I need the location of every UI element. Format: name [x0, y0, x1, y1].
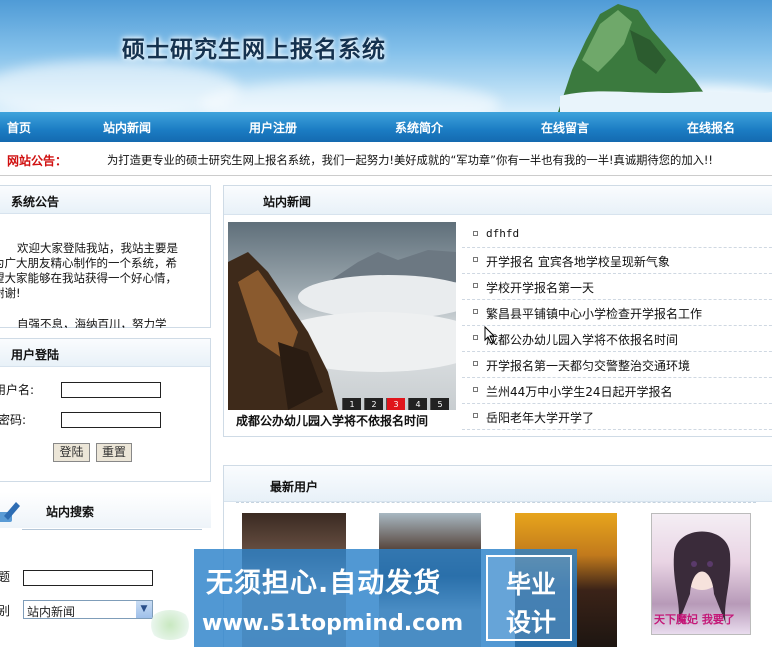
announcement-body-2: 自强不息，海纳百川，努力学 [17, 317, 167, 328]
bullet-icon [473, 335, 478, 340]
site-title: 硕士研究生网上报名系统 [122, 36, 386, 63]
news-header: 站内新闻 [224, 186, 772, 215]
mountain-photo [228, 250, 456, 410]
bullet-icon [473, 257, 478, 262]
slide-pager-5[interactable]: 5 [430, 398, 449, 410]
type-select[interactable]: 站内新闻 ▼ [23, 600, 153, 619]
notice-tag: 网站公告： [7, 154, 68, 168]
site-notice-bar: 网站公告： 为打造更专业的硕士研究生网上报名系统，我们一起努力!美好成就的“军功… [0, 142, 772, 176]
news-title: 站内新闻 [263, 195, 312, 209]
avatar-caption: 天下魔妃 我要了 [654, 613, 735, 626]
list-item[interactable]: 兰州44万中小学生24日起开学报名 [462, 378, 772, 404]
slideshow-caption[interactable]: 成都公办幼儿园入学将不依报名时间 [236, 412, 428, 429]
mouse-cursor-icon [484, 326, 496, 344]
page: 硕士研究生网上报名系统 首页 站内新闻 用户注册 系统简介 在线留言 在线报名 … [0, 0, 772, 647]
watermark-box-top: 毕业 [505, 570, 556, 599]
search-divider [22, 529, 202, 530]
mountain-image [558, 4, 772, 112]
slide-pager-1[interactable]: 1 [342, 398, 361, 410]
list-item[interactable]: 成都公办幼儿园入学将不依报名时间 [462, 326, 772, 352]
nav-about[interactable]: 系统简介 [395, 119, 443, 136]
nav-signup[interactable]: 在线报名 [687, 119, 735, 136]
users-title: 最新用户 [270, 480, 319, 494]
list-item[interactable]: 开学报名 宜宾各地学校呈现新气象 [462, 248, 772, 274]
news-slideshow-image[interactable]: 1 2 3 4 5 [228, 222, 456, 410]
pencil-icon [0, 502, 20, 522]
login-button[interactable]: 登陆 [53, 443, 90, 462]
keyword-input[interactable] [23, 570, 153, 586]
list-item[interactable]: 学校开学报名第一天 [462, 274, 772, 300]
avatar[interactable]: 天下魔妃 我要了 [651, 513, 751, 635]
nav-register[interactable]: 用户注册 [249, 119, 297, 136]
site-banner: 硕士研究生网上报名系统 [0, 0, 772, 112]
reset-button[interactable]: 重置 [96, 443, 132, 462]
main-nav: 首页 站内新闻 用户注册 系统简介 在线留言 在线报名 [0, 112, 772, 142]
slide-pager-2[interactable]: 2 [364, 398, 383, 410]
news-list: dfhfd 开学报名 宜宾各地学校呈现新气象 学校开学报名第一天 繁昌县平铺镇中… [462, 222, 772, 430]
users-divider [236, 502, 756, 503]
nav-message[interactable]: 在线留言 [541, 119, 589, 136]
watermark-box: 毕业 设计 [486, 555, 572, 641]
login-title: 用户登陆 [11, 348, 60, 362]
username-input[interactable] [61, 382, 161, 398]
password-input[interactable] [61, 412, 161, 428]
login-header: 用户登陆 [0, 339, 210, 367]
news-panel: 站内新闻 1 2 3 4 5 成都公办幼儿园入学将不依报名时间 dfhfd 开学… [223, 185, 772, 437]
list-item[interactable]: 岳阳老年大学开学了 [462, 404, 772, 430]
announcement-header: 系统公告 [0, 186, 210, 214]
login-panel: 用户登陆 用户名: 密码: 登陆 重置 [0, 338, 211, 482]
watermark-line1: 无须担心.自动发货 [206, 568, 442, 599]
bullet-icon [473, 283, 478, 288]
list-item[interactable]: 开学报名第一天都匀交警整治交通环境 [462, 352, 772, 378]
announcement-title: 系统公告 [11, 195, 60, 209]
search-panel: 站内搜索 题 别 站内新闻 ▼ [0, 492, 211, 647]
watermark-box-bottom: 设计 [505, 608, 556, 637]
bullet-icon [473, 309, 478, 314]
slide-pager-3-active[interactable]: 3 [386, 398, 405, 410]
bullet-icon [473, 413, 478, 418]
nav-news[interactable]: 站内新闻 [103, 119, 151, 136]
watermark-url: www.51topmind.com [202, 611, 464, 636]
type-select-value: 站内新闻 [27, 605, 76, 619]
notice-marquee: 为打造更专业的硕士研究生网上报名系统，我们一起努力!美好成就的“军功章”你有一半… [107, 154, 713, 167]
search-header [0, 492, 211, 528]
search-title: 站内搜索 [46, 505, 95, 519]
bullet-icon [473, 361, 478, 366]
bullet-icon [473, 387, 478, 392]
slide-pager-4[interactable]: 4 [408, 398, 427, 410]
password-label: 密码: [0, 413, 27, 427]
keyword-label: 题 [0, 570, 11, 584]
announcement-panel: 系统公告 欢迎大家登陆我站，我站主要是为广大朋友精心制作的一个系统，希望大家能够… [0, 185, 211, 328]
chevron-down-icon[interactable]: ▼ [136, 601, 152, 618]
announcement-body: 欢迎大家登陆我站，我站主要是为广大朋友精心制作的一个系统，希望大家能够在我站获得… [0, 241, 178, 300]
users-header: 最新用户 [224, 466, 772, 502]
bullet-icon [473, 231, 478, 236]
list-item[interactable]: dfhfd [462, 222, 772, 248]
decoration-bubble [148, 610, 192, 640]
type-label: 别 [0, 604, 11, 618]
watermark-overlay: 无须担心.自动发货 www.51topmind.com 毕业 设计 [194, 549, 577, 647]
nav-home[interactable]: 首页 [7, 119, 31, 136]
list-item[interactable]: 繁昌县平铺镇中心小学检查开学报名工作 [462, 300, 772, 326]
username-label: 用户名: [0, 383, 35, 397]
